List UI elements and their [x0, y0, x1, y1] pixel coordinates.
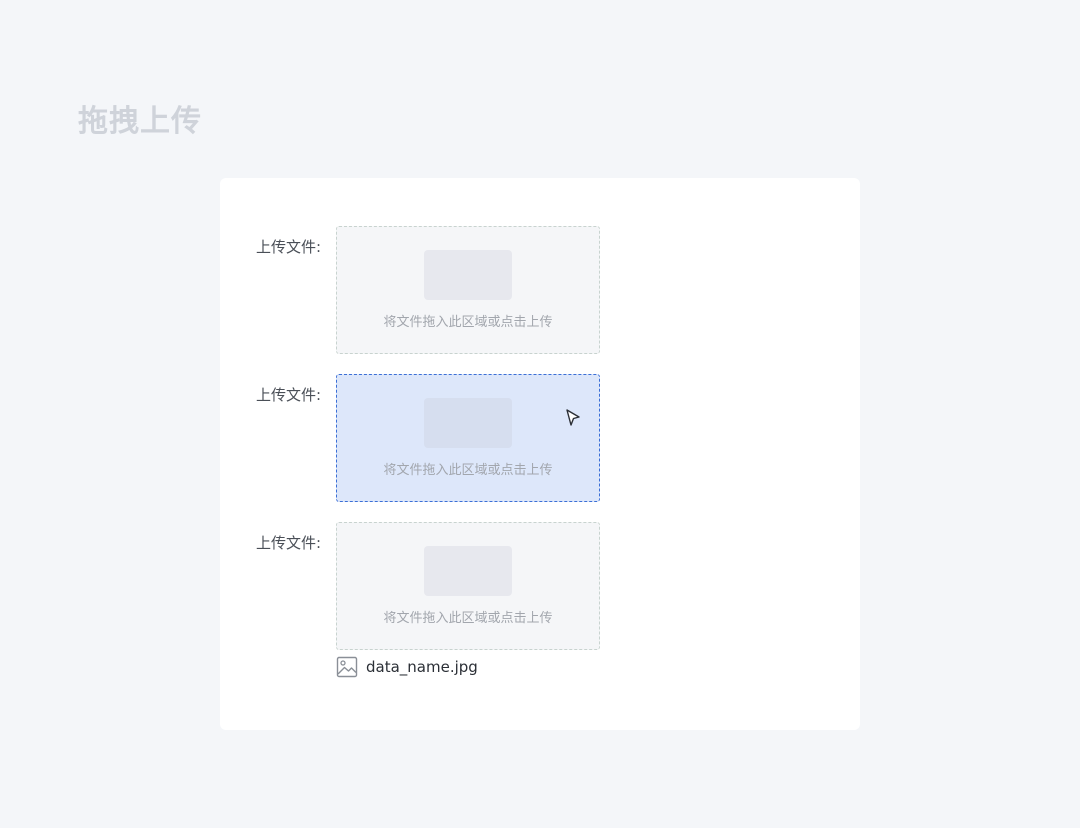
dropzone-hint: 将文件拖入此区域或点击上传 [383, 463, 553, 478]
upload-label: 上传文件: [256, 238, 322, 256]
dropzone-hint: 将文件拖入此区域或点击上传 [383, 315, 553, 330]
page-title: 拖拽上传 [78, 104, 202, 139]
upload-label: 上传文件: [256, 386, 322, 404]
upload-dropzone[interactable]: 将文件拖入此区域或点击上传 [336, 226, 600, 354]
upload-dropzone-drag-over[interactable]: 将文件拖入此区域或点击上传 [336, 374, 600, 502]
upload-form-card: 上传文件: 将文件拖入此区域或点击上传 上传文件: 将文件拖入此区域或点击上传 … [220, 178, 860, 730]
uploaded-file-item[interactable]: data_name.jpg [336, 656, 478, 678]
image-file-icon [336, 656, 358, 678]
upload-dropzone[interactable]: 将文件拖入此区域或点击上传 [336, 522, 600, 650]
upload-label: 上传文件: [256, 534, 322, 552]
upload-placeholder-icon [424, 546, 512, 596]
upload-placeholder-icon [424, 250, 512, 300]
mouse-cursor-icon [566, 409, 580, 426]
uploaded-file-name: data_name.jpg [366, 658, 478, 676]
upload-placeholder-icon [424, 398, 512, 448]
dropzone-hint: 将文件拖入此区域或点击上传 [383, 611, 553, 626]
